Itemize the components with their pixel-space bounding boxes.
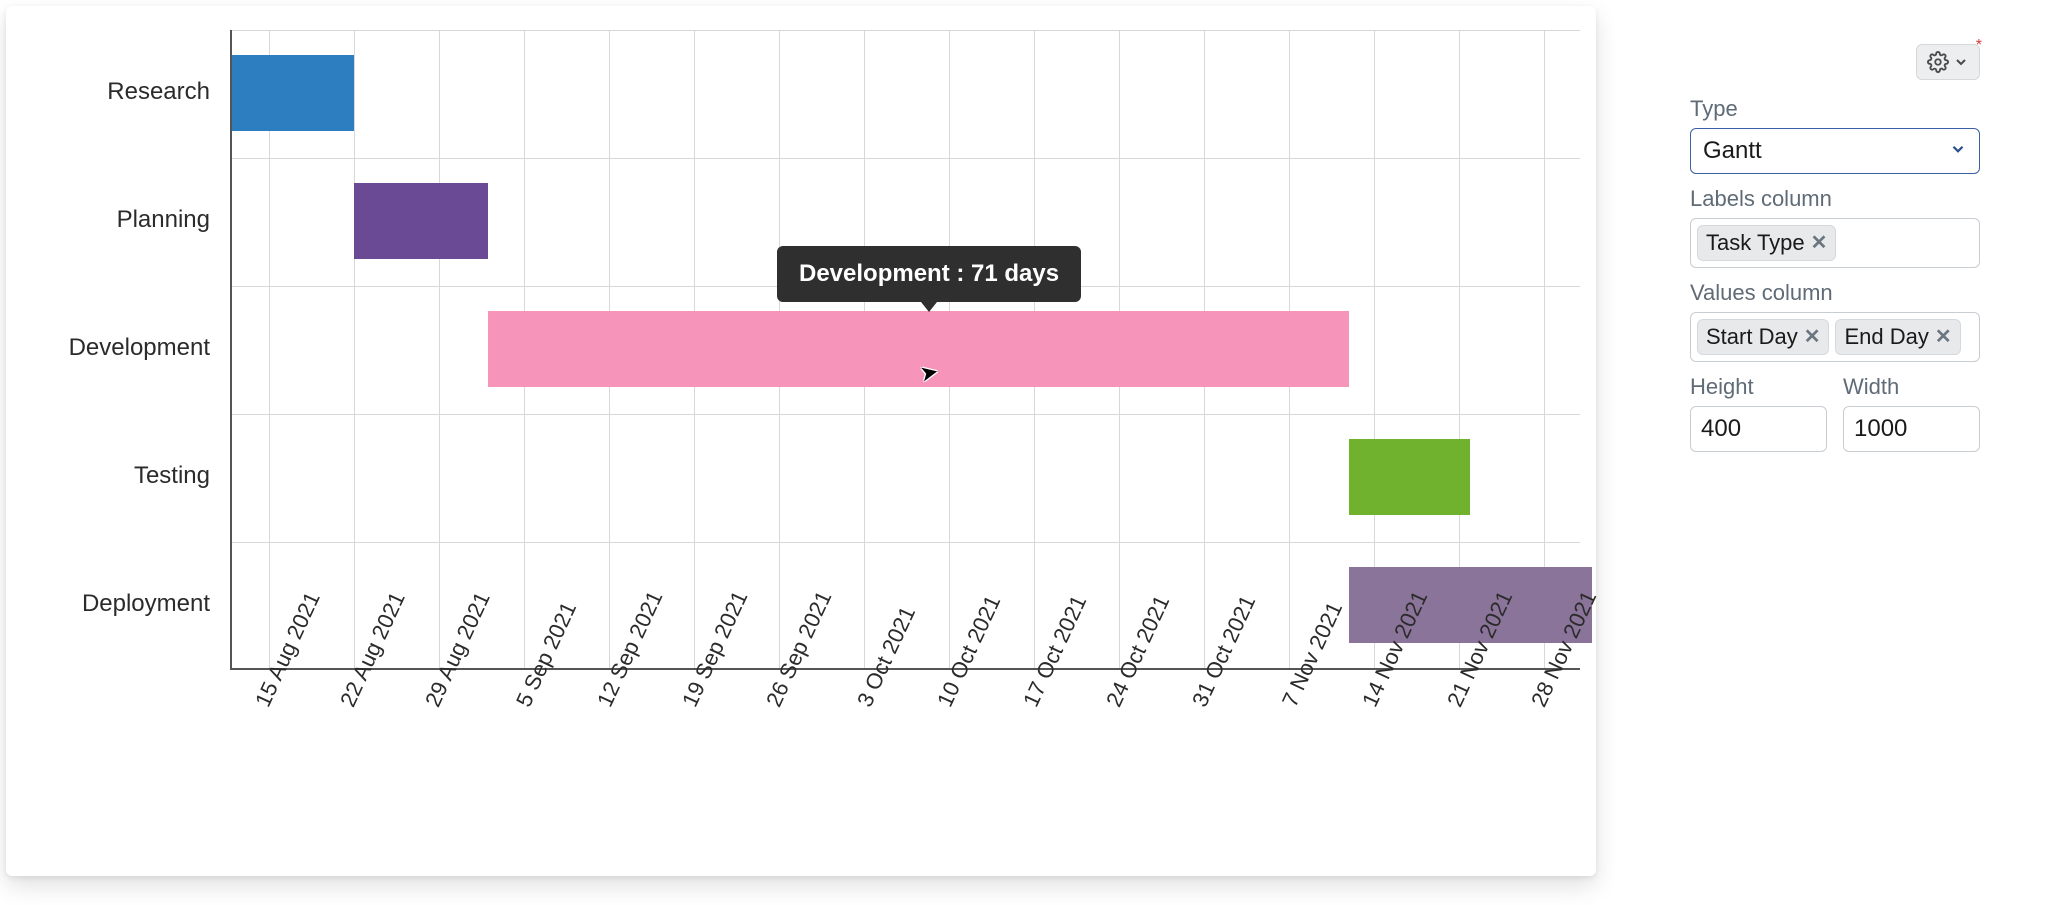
y-axis-labels: Research Planning Development Testing De… xyxy=(30,30,220,670)
width-label: Width xyxy=(1843,374,1980,400)
y-label-planning: Planning xyxy=(117,206,210,234)
gear-icon xyxy=(1927,51,1949,73)
values-column-label: Values column xyxy=(1690,280,1980,306)
type-select[interactable]: Gantt xyxy=(1690,128,1980,174)
tag-remove-icon[interactable]: ✕ xyxy=(1804,327,1821,347)
tag-task-type[interactable]: Task Type ✕ xyxy=(1697,225,1836,261)
y-label-research: Research xyxy=(107,78,210,106)
values-column-input[interactable]: Start Day ✕ End Day ✕ xyxy=(1690,312,1980,362)
width-input[interactable] xyxy=(1843,406,1980,452)
y-label-testing: Testing xyxy=(134,462,210,490)
height-input[interactable] xyxy=(1690,406,1827,452)
labels-column-input[interactable]: Task Type ✕ xyxy=(1690,218,1980,268)
chevron-down-icon xyxy=(1949,140,1967,163)
height-label: Height xyxy=(1690,374,1827,400)
tag-remove-icon[interactable]: ✕ xyxy=(1935,327,1952,347)
type-select-value: Gantt xyxy=(1703,137,1762,165)
x-axis-labels: 15 Aug 2021 22 Aug 2021 29 Aug 2021 5 Se… xyxy=(230,676,1580,816)
gantt-chart: Research Planning Development Testing De… xyxy=(30,30,1572,690)
tag-end-day[interactable]: End Day ✕ xyxy=(1835,319,1960,355)
bar-development[interactable] xyxy=(488,311,1349,387)
notification-dot-icon: * xyxy=(1976,42,1982,50)
chevron-down-icon xyxy=(1953,54,1969,70)
chart-tooltip: Development : 71 days xyxy=(777,246,1081,302)
y-label-development: Development xyxy=(69,334,210,362)
settings-button[interactable]: * xyxy=(1916,44,1980,80)
plot-area: Development : 71 days ➤ xyxy=(230,30,1580,670)
chart-panel: Research Planning Development Testing De… xyxy=(6,6,1596,876)
config-sidebar: * Type Gantt Labels column Task Type ✕ V… xyxy=(1690,44,1980,452)
bar-planning[interactable] xyxy=(354,183,488,259)
tag-start-day[interactable]: Start Day ✕ xyxy=(1697,319,1829,355)
bar-research[interactable] xyxy=(232,55,354,131)
y-label-deployment: Deployment xyxy=(82,590,210,618)
type-label: Type xyxy=(1690,96,1980,122)
bar-deployment[interactable] xyxy=(1349,567,1592,643)
labels-column-label: Labels column xyxy=(1690,186,1980,212)
bar-testing[interactable] xyxy=(1349,439,1470,515)
tag-remove-icon[interactable]: ✕ xyxy=(1811,233,1828,253)
